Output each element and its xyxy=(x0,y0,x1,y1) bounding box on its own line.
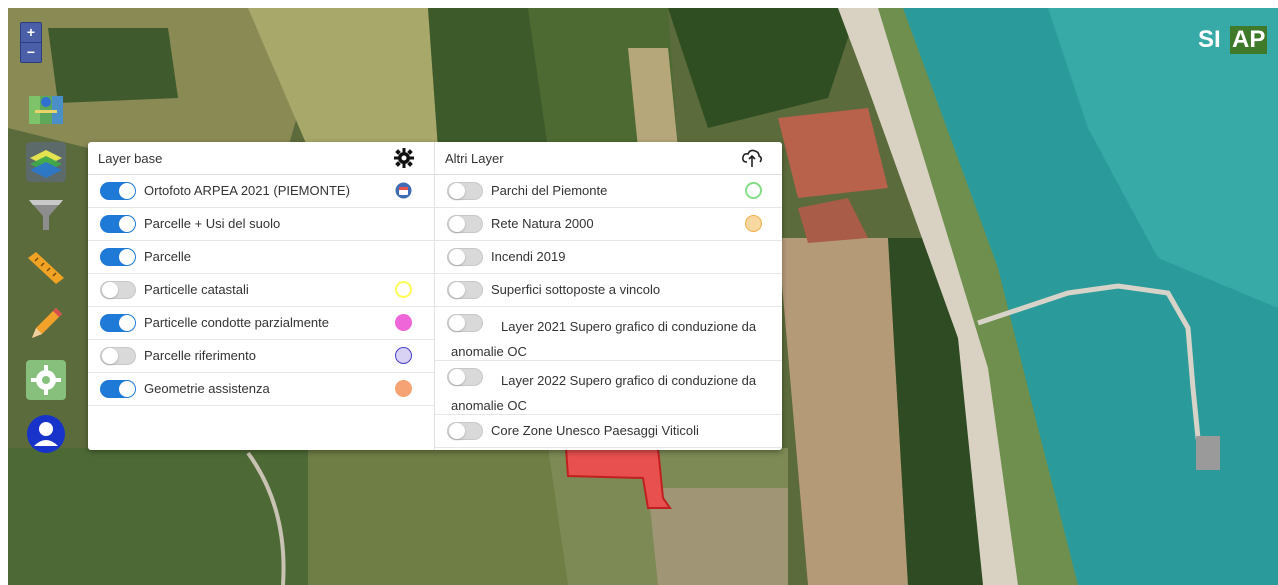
layer-toggle[interactable] xyxy=(447,281,483,299)
other-layers-header: Altri Layer xyxy=(435,142,782,175)
layer-row-superfici-sottoposte-a-vincolo: Superfici sottoposte a vincolo xyxy=(435,274,782,307)
layer-label: Ortofoto ARPEA 2021 (PIEMONTE) xyxy=(144,183,350,198)
toggle-knob xyxy=(449,216,465,232)
layer-toggle[interactable] xyxy=(100,182,136,200)
toggle-knob xyxy=(449,249,465,265)
layer-color-swatch xyxy=(745,215,762,232)
base-layers-title: Layer base xyxy=(98,151,163,166)
ruler-icon[interactable] xyxy=(26,248,66,288)
base-layers-header: Layer base xyxy=(88,142,434,175)
layer-color-swatch xyxy=(395,380,412,397)
gear-icon[interactable] xyxy=(394,148,414,168)
layer-toggle[interactable] xyxy=(447,182,483,200)
layer-panel: Layer base Ortofoto ARPEA 2021 (PIEMONTE… xyxy=(88,142,782,450)
layer-label: Core Zone Unesco Paesaggi Viticoli xyxy=(491,423,699,438)
layer-row-parcelle-usi-del-suolo: Parcelle + Usi del suolo xyxy=(88,208,434,241)
layer-row-parchi-del-piemonte: Parchi del Piemonte xyxy=(435,175,782,208)
toggle-knob xyxy=(119,183,135,199)
base-layers-column: Layer base Ortofoto ARPEA 2021 (PIEMONTE… xyxy=(88,142,435,450)
layer-row-ortofoto-arpea-2021-piemonte: Ortofoto ARPEA 2021 (PIEMONTE) xyxy=(88,175,434,208)
layer-label: Rete Natura 2000 xyxy=(491,216,594,231)
layer-toggle[interactable] xyxy=(100,248,136,266)
layer-row-rete-natura-2000: Rete Natura 2000 xyxy=(435,208,782,241)
calendar-icon[interactable] xyxy=(395,182,412,199)
layer-label: Parcelle riferimento xyxy=(144,348,256,363)
filter-icon[interactable] xyxy=(26,194,66,234)
layer-toggle[interactable] xyxy=(447,248,483,266)
layer-toggle[interactable] xyxy=(447,422,483,440)
toggle-knob xyxy=(449,423,465,439)
layer-label: Parcelle xyxy=(144,249,191,264)
layer-label: Parcelle + Usi del suolo xyxy=(144,216,281,231)
layer-label: Particelle catastali xyxy=(144,282,249,297)
layer-toggle[interactable] xyxy=(100,380,136,398)
layer-toggle[interactable] xyxy=(100,314,136,332)
cloud-upload-icon[interactable] xyxy=(742,148,763,168)
toggle-knob xyxy=(119,381,135,397)
layer-color-swatch xyxy=(395,347,412,364)
toggle-knob xyxy=(119,249,135,265)
logo-text-ap: AP xyxy=(1230,26,1268,54)
layer-toggle[interactable] xyxy=(100,281,136,299)
layer-label: Layer 2022 Supero grafico di conduzione … xyxy=(451,373,757,413)
layer-row-layer-2022-supero-grafico-di-conduzione-da-anomalie-oc: Layer 2022 Supero grafico di conduzione … xyxy=(435,361,782,415)
layer-label: Geometrie assistenza xyxy=(144,381,270,396)
layer-row-parcelle-riferimento: Parcelle riferimento xyxy=(88,340,434,373)
pencil-icon[interactable] xyxy=(26,304,66,344)
siap-logo: SI AP xyxy=(1198,24,1272,56)
layer-row-parcelle: Parcelle xyxy=(88,241,434,274)
toggle-knob xyxy=(102,282,118,298)
layer-toggle[interactable] xyxy=(100,215,136,233)
layer-label: Particelle condotte parzialmente xyxy=(144,315,329,330)
layer-row-incendi-2019: Incendi 2019 xyxy=(435,241,782,274)
zoom-out-button[interactable]: − xyxy=(21,42,41,62)
layer-row-particelle-catastali: Particelle catastali xyxy=(88,274,434,307)
layer-row-geometrie-assistenza: Geometrie assistenza xyxy=(88,373,434,406)
toggle-knob xyxy=(449,282,465,298)
toggle-knob xyxy=(449,183,465,199)
other-layers-title: Altri Layer xyxy=(445,151,504,166)
layer-row-core-zone-unesco-paesaggi-viticoli: Core Zone Unesco Paesaggi Viticoli xyxy=(435,415,782,448)
zoom-in-button[interactable]: + xyxy=(21,23,41,42)
layer-toggle[interactable] xyxy=(447,215,483,233)
zoom-control: + − xyxy=(20,22,42,63)
map-icon[interactable] xyxy=(26,90,66,130)
other-layers-column: Altri Layer Parchi del Piemonte Rete Natu… xyxy=(435,142,782,450)
layer-color-swatch xyxy=(395,281,412,298)
toggle-knob xyxy=(119,216,135,232)
toggle-knob xyxy=(119,315,135,331)
layer-label: Superfici sottoposte a vincolo xyxy=(491,282,661,297)
toggle-knob xyxy=(102,348,118,364)
user-icon[interactable] xyxy=(26,414,66,454)
layer-color-swatch xyxy=(395,314,412,331)
layer-row-particelle-condotte-parzialmente: Particelle condotte parzialmente xyxy=(88,307,434,340)
layers-icon[interactable] xyxy=(26,142,66,182)
base-layers-list: Ortofoto ARPEA 2021 (PIEMONTE) Parcelle +… xyxy=(88,175,434,406)
layer-label: Parchi del Piemonte xyxy=(491,183,608,198)
logo-text-si: SI xyxy=(1198,26,1221,53)
layer-row-layer-2021-supero-grafico-di-conduzione-da-anomalie-oc: Layer 2021 Supero grafico di conduzione … xyxy=(435,307,782,361)
other-layers-list: Parchi del Piemonte Rete Natura 2000 Incen… xyxy=(435,175,782,448)
layer-toggle[interactable] xyxy=(100,347,136,365)
layer-color-swatch xyxy=(745,182,762,199)
layer-label: Layer 2021 Supero grafico di conduzione … xyxy=(451,319,757,359)
layer-label: Incendi 2019 xyxy=(491,249,566,264)
gear-icon[interactable] xyxy=(26,360,66,400)
